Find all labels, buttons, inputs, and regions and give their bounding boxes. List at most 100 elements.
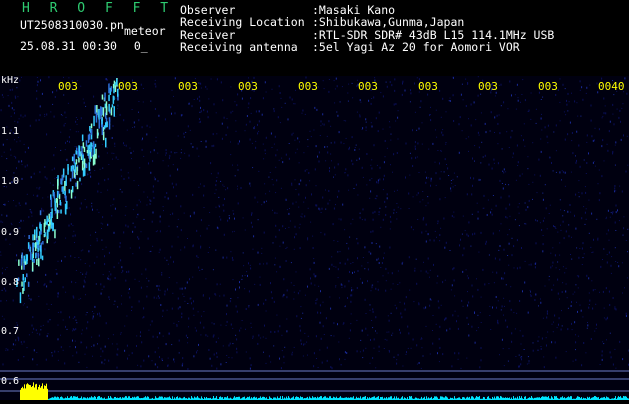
baseline-bar <box>543 397 544 400</box>
baseline-bar <box>500 396 501 400</box>
baseline-bar <box>496 396 497 400</box>
echo-mark <box>36 227 38 238</box>
echo-mark <box>27 254 29 260</box>
echo-mark <box>82 161 84 170</box>
activity-bar <box>36 384 37 400</box>
baseline-bar <box>454 396 455 400</box>
baseline-bar <box>623 396 624 400</box>
spectrogram-svg: kHz 1.1 1.0 0.9 0.8 0.7 0.6 003003003003… <box>0 76 629 400</box>
baseline-bar <box>320 396 321 400</box>
echo-mark <box>74 154 76 164</box>
echo-mark <box>70 178 72 181</box>
activity-bar <box>22 387 23 400</box>
baseline-bar <box>269 396 270 400</box>
date-time: 25.08.31 00:30 0_ <box>20 39 148 53</box>
echo-mark <box>77 181 79 189</box>
activity-bar <box>28 384 29 400</box>
baseline-bar <box>138 396 139 400</box>
info-value: :5el Yagi Az 20 for Aomori VOR <box>312 40 520 54</box>
echo-mark <box>108 104 110 112</box>
baseline-bar <box>125 396 126 400</box>
echo-mark <box>98 109 100 120</box>
activity-bar <box>40 388 41 400</box>
baseline-bar <box>594 396 595 400</box>
echo-mark <box>28 282 30 287</box>
baseline-bar <box>296 396 297 400</box>
baseline-bar <box>441 396 442 400</box>
baseline-bar <box>620 396 621 400</box>
baseline-bar <box>391 396 392 400</box>
echo-mark <box>32 234 34 240</box>
echo-mark <box>94 154 96 165</box>
echo-mark <box>108 84 110 94</box>
y-tick-label: 0.6 <box>1 376 19 387</box>
echo-mark <box>34 229 36 235</box>
echo-mark <box>115 86 117 93</box>
baseline-bar <box>147 396 148 400</box>
baseline-bar <box>545 396 546 400</box>
baseline-bar <box>126 396 127 400</box>
echo-mark <box>113 96 115 100</box>
echo-mark <box>91 129 93 135</box>
echo-mark <box>105 138 107 148</box>
baseline-bar <box>249 396 250 400</box>
baseline-bar <box>340 396 341 400</box>
echo-mark <box>109 117 111 125</box>
baseline-bar <box>260 396 261 400</box>
y-tick-label: 1.0 <box>1 176 19 187</box>
echo-mark <box>32 254 34 262</box>
baseline-bar <box>77 396 78 400</box>
baseline-bar <box>445 396 446 400</box>
echo-mark <box>25 261 27 264</box>
baseline-bar <box>324 396 325 400</box>
baseline-bar <box>336 397 337 400</box>
echo-mark <box>100 106 102 115</box>
echo-mark <box>29 245 31 251</box>
baseline-bar <box>129 396 130 400</box>
baseline-bar <box>145 396 146 400</box>
baseline-bar <box>497 396 498 400</box>
baseline-bar <box>197 396 198 400</box>
baseline-bar <box>353 396 354 400</box>
baseline-bar <box>159 396 160 400</box>
baseline-bar <box>471 396 472 400</box>
info-antenna: Receiving antenna:5el Yagi Az 20 for Aom… <box>180 41 554 53</box>
baseline-bar <box>55 397 56 400</box>
echo-mark <box>106 101 108 112</box>
echo-mark <box>35 242 37 251</box>
echo-mark <box>51 198 53 208</box>
echo-mark <box>32 243 34 253</box>
activity-bar <box>31 387 32 400</box>
echo-mark <box>89 126 91 131</box>
time-tick-label: 003 <box>58 80 78 93</box>
counter-value: 0_ <box>134 39 148 53</box>
y-tick-label: 0.7 <box>1 326 19 337</box>
baseline-bar <box>571 396 572 400</box>
echo-mark <box>105 122 107 127</box>
baseline-bar <box>390 396 391 400</box>
baseline-bar <box>595 396 596 400</box>
baseline-bar <box>288 396 289 400</box>
baseline-bar <box>91 396 92 400</box>
meteor-label: meteor <box>124 24 166 38</box>
echo-mark <box>102 95 104 100</box>
echo-mark <box>90 142 92 152</box>
baseline-bar <box>169 396 170 400</box>
echo-mark <box>91 124 93 129</box>
baseline-bar <box>108 396 109 400</box>
activity-bar <box>37 390 38 400</box>
echo-mark <box>93 145 95 148</box>
baseline-bar <box>498 397 499 400</box>
echo-mark <box>64 191 66 195</box>
baseline-bar <box>177 396 178 400</box>
echo-mark <box>71 166 73 172</box>
echo-mark <box>33 259 35 263</box>
info-label: Receiving Location <box>180 16 312 28</box>
baseline-bar <box>426 396 427 400</box>
baseline-bar <box>161 396 162 400</box>
echo-mark <box>65 175 67 186</box>
echo-mark <box>58 210 60 213</box>
echo-mark <box>102 124 104 135</box>
baseline-bar <box>554 396 555 400</box>
baseline-bar <box>546 397 547 400</box>
